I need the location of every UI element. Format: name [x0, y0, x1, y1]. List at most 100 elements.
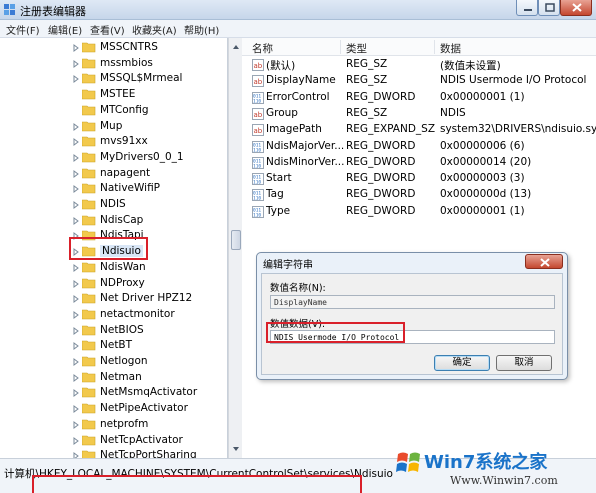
column-data[interactable]: 数据 [440, 41, 461, 56]
tree-item[interactable]: NdisWan [0, 260, 227, 276]
value-data: NDIS [440, 106, 466, 119]
expand-arrow-icon[interactable] [72, 201, 80, 209]
tree-item[interactable]: mvs91xx [0, 134, 227, 150]
expand-arrow-icon[interactable] [72, 75, 80, 84]
minimize-button[interactable] [516, 0, 538, 16]
scroll-thumb[interactable] [231, 230, 241, 250]
value-row[interactable]: 011 110 Start REG_DWORD 0x00000003 (3) [242, 171, 596, 187]
expand-arrow-icon[interactable] [72, 279, 80, 288]
tree-item[interactable]: NetBIOS [0, 323, 227, 339]
menu-help[interactable]: 帮助(H) [184, 22, 219, 37]
tree-item[interactable]: MSSQL$Mrmeal [0, 71, 227, 87]
tree-item[interactable]: Netlogon [0, 354, 227, 370]
string-value-icon: ab [252, 107, 264, 120]
expand-arrow-icon[interactable] [72, 358, 80, 366]
scroll-up-icon[interactable] [230, 40, 242, 54]
tree-item[interactable]: NetBT [0, 338, 227, 354]
expand-arrow-icon[interactable] [72, 373, 80, 382]
expand-arrow-icon[interactable] [72, 389, 80, 398]
expand-arrow-icon[interactable] [72, 436, 80, 445]
tree-item[interactable]: NdisCap [0, 213, 227, 229]
column-divider[interactable] [340, 40, 341, 54]
value-name-field: DisplayName [270, 295, 555, 309]
expand-arrow-icon[interactable] [72, 153, 80, 162]
expand-arrow-icon[interactable] [72, 310, 80, 319]
value-type: REG_DWORD [346, 139, 416, 152]
tree-item[interactable]: Netman [0, 370, 227, 386]
expand-arrow-icon[interactable] [72, 342, 80, 351]
tree-item[interactable]: Net Driver HPZ12 [0, 291, 227, 307]
column-divider[interactable] [434, 40, 435, 54]
expand-arrow-icon[interactable] [72, 420, 80, 429]
column-type[interactable]: 类型 [346, 41, 367, 56]
tree-item[interactable]: NDProxy [0, 276, 227, 292]
svg-text:110: 110 [253, 180, 261, 186]
tree-item[interactable]: napagent [0, 166, 227, 182]
close-button[interactable] [560, 0, 592, 16]
value-row[interactable]: 011 110 NdisMajorVer... REG_DWORD 0x00000006… [242, 139, 596, 155]
tree-item[interactable]: NativeWifiP [0, 181, 227, 197]
menu-file[interactable]: 文件(F) [6, 22, 40, 37]
value-row[interactable]: ab Group REG_SZ NDIS [242, 106, 596, 122]
tree-item-label: napagent [100, 166, 151, 179]
tree-item-label: NetBT [100, 339, 133, 352]
tree-item-label: MSTEE [100, 88, 136, 101]
tree-item[interactable]: MTConfig [0, 103, 227, 119]
menu-edit[interactable]: 编辑(E) [48, 22, 82, 37]
string-value-icon: ab [252, 75, 264, 88]
svg-text:110: 110 [253, 196, 261, 202]
value-row[interactable]: ab (默认) REG_SZ (数值未设置) [242, 57, 596, 73]
tree-item[interactable]: MyDrivers0_0_1 [0, 150, 227, 166]
tree-item[interactable]: netactmonitor [0, 307, 227, 323]
tree-item[interactable]: mssmbios [0, 56, 227, 72]
value-data: (数值未设置) [440, 60, 501, 72]
scroll-down-icon[interactable] [230, 442, 242, 456]
expand-arrow-icon[interactable] [72, 216, 80, 225]
value-row[interactable]: ab DisplayName REG_SZ NDIS Usermode I/O Pro… [242, 73, 596, 89]
tree-item-label: Netlogon [100, 355, 148, 367]
tree-scrollbar[interactable] [228, 38, 242, 458]
value-name: ImagePath [266, 123, 322, 136]
tree-item[interactable]: NetTcpActivator [0, 433, 227, 449]
tree-item[interactable]: NDIS [0, 197, 227, 213]
expand-arrow-icon[interactable] [72, 295, 80, 304]
dialog-close-button[interactable] [525, 254, 563, 269]
expand-arrow-icon[interactable] [72, 122, 80, 131]
tree-item[interactable]: NetTcpPortSharing [0, 448, 227, 458]
menu-favorites[interactable]: 收藏夹(A) [132, 22, 177, 37]
folder-icon [82, 58, 96, 68]
value-name: NdisMinorVer... [266, 155, 345, 168]
expand-arrow-icon[interactable] [72, 59, 80, 68]
expand-arrow-icon[interactable] [72, 326, 80, 335]
expand-arrow-icon[interactable] [72, 169, 80, 178]
value-data: system32\DRIVERS\ndisuio.sys [440, 123, 596, 136]
maximize-button[interactable] [538, 0, 560, 16]
value-data: 0x00000003 (3) [440, 172, 525, 185]
expand-arrow-icon[interactable] [72, 185, 80, 194]
value-row[interactable]: ab ImagePath REG_EXPAND_SZ system32\DRIVERS… [242, 122, 596, 138]
values-pane: 名称 类型 数据 ab (默认) REG_SZ (数值未设置) ab DisplayNam… [242, 38, 596, 458]
menu-view[interactable]: 查看(V) [90, 22, 125, 37]
svg-text:110: 110 [253, 163, 261, 169]
expand-arrow-icon[interactable] [72, 44, 80, 52]
selected-key-highlight [69, 237, 148, 260]
tree-item[interactable]: Mup [0, 119, 227, 135]
binary-value-icon: 011110 [252, 156, 264, 169]
column-name[interactable]: 名称 [252, 41, 273, 56]
tree-item[interactable]: NetMsmqActivator [0, 385, 227, 401]
tree-item[interactable]: netprofm [0, 417, 227, 433]
tree-item[interactable]: MSTEE [0, 87, 227, 103]
value-row[interactable]: 011 110 NdisMinorVer... REG_DWORD 0x00000014… [242, 155, 596, 171]
ok-button[interactable]: 确定 [434, 355, 490, 371]
tree-item-label: netactmonitor [100, 307, 175, 320]
cancel-button[interactable]: 取消 [496, 355, 552, 371]
tree-item[interactable]: NetPipeActivator [0, 401, 227, 417]
value-row[interactable]: 011 110 Type REG_DWORD 0x00000001 (1) [242, 204, 596, 220]
binary-value-icon: 011110 [252, 173, 264, 186]
expand-arrow-icon[interactable] [72, 263, 80, 272]
value-row[interactable]: 011 110 Tag REG_DWORD 0x0000000d (13) [242, 187, 596, 203]
value-row[interactable]: 011 110 ErrorControl REG_DWORD 0x00000001 (1… [242, 90, 596, 106]
expand-arrow-icon[interactable] [72, 405, 80, 414]
expand-arrow-icon[interactable] [72, 138, 80, 147]
tree-item[interactable]: MSSCNTRS [0, 40, 227, 56]
